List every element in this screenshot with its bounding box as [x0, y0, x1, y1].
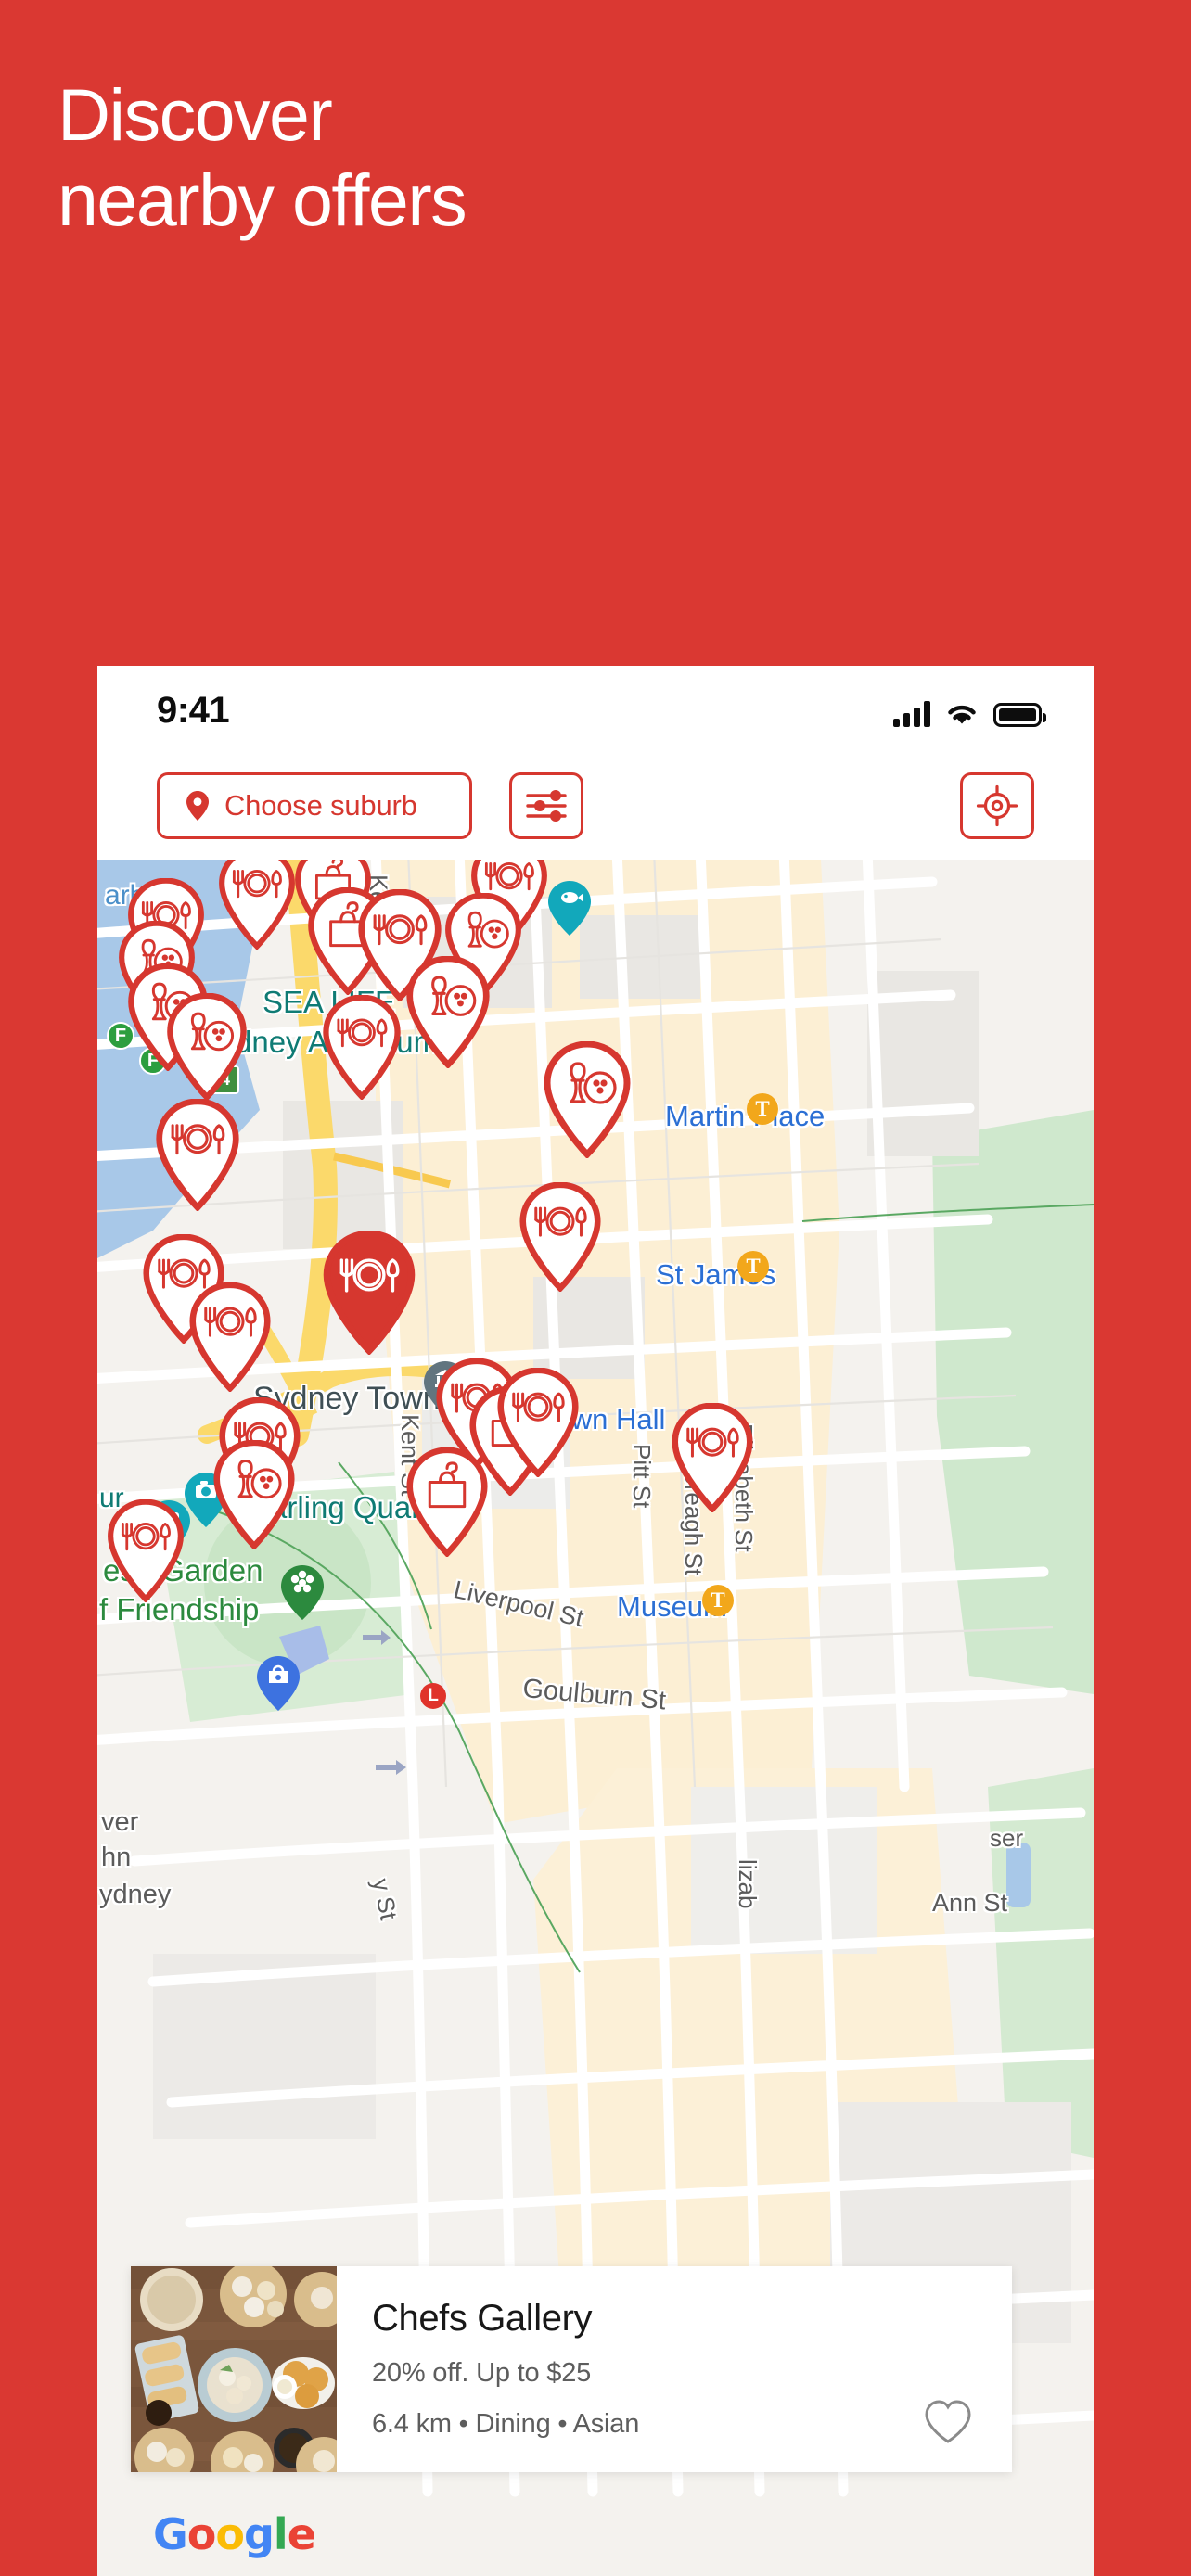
offer-details: Chefs Gallery 20% off. Up to $25 6.4 km …: [337, 2266, 1012, 2472]
heart-outline-icon: [925, 2400, 971, 2443]
choose-suburb-button[interactable]: Choose suburb: [157, 772, 472, 839]
favorite-button[interactable]: [923, 2398, 973, 2446]
offer-discount: 20% off. Up to $25: [372, 2358, 592, 2388]
map-marker-bowling[interactable]: [541, 1041, 634, 1158]
map-marker-dining[interactable]: [105, 1499, 186, 1602]
map-poi-garden-pin[interactable]: [279, 1564, 326, 1622]
offer-photo: [131, 2266, 337, 2472]
map-badge-transit: T: [747, 1093, 778, 1125]
map-poi-aquarium-pin[interactable]: [546, 880, 593, 937]
map-toolbar: Choose suburb: [97, 751, 1094, 860]
map-marker-dining[interactable]: [517, 1182, 604, 1292]
map-marker-dining[interactable]: [153, 1099, 242, 1211]
wifi-icon: [948, 705, 976, 724]
map-marker-dining[interactable]: [216, 860, 298, 950]
hero-line-2: nearby offers: [58, 159, 467, 241]
map-marker-bowling[interactable]: [403, 956, 493, 1068]
hero-headline: Discover nearby offers: [58, 72, 892, 243]
signal-bars-icon: [893, 701, 930, 727]
status-bar: 9:41: [97, 666, 1094, 751]
sliders-filter-icon: [526, 790, 567, 822]
map-marker-shopping[interactable]: [403, 1447, 491, 1557]
map-badge-light-rail: L: [420, 1683, 446, 1709]
map-marker-dining-selected[interactable]: [320, 1231, 418, 1355]
choose-suburb-label: Choose suburb: [224, 789, 417, 822]
map-badge-transit: T: [702, 1585, 734, 1616]
filter-button[interactable]: [509, 772, 583, 839]
map-marker-bowling[interactable]: [164, 993, 250, 1101]
hero-line-1: Discover: [58, 73, 333, 156]
crosshair-locate-icon: [976, 784, 1018, 827]
offer-title: Chefs Gallery: [372, 2298, 593, 2339]
offer-meta: 6.4 km • Dining • Asian: [372, 2409, 640, 2439]
locate-me-button[interactable]: [960, 772, 1034, 839]
map-marker-dining[interactable]: [320, 995, 403, 1100]
map-marker-dining[interactable]: [494, 1368, 582, 1477]
map-badge-transit: T: [737, 1251, 769, 1282]
google-attribution: Google: [153, 2509, 316, 2559]
map-marker-bowling[interactable]: [211, 1440, 298, 1549]
status-time: 9:41: [157, 690, 230, 731]
status-icons: [893, 694, 1046, 727]
offer-card[interactable]: Chefs Gallery 20% off. Up to $25 6.4 km …: [131, 2266, 1012, 2472]
phone-mockup: 9:41 Choose suburb SEA LIFE dney Martin …: [97, 666, 1094, 2576]
map-marker-dining[interactable]: [186, 1282, 274, 1392]
battery-full-icon: [993, 703, 1046, 727]
location-pin-icon: [186, 791, 209, 821]
map-poi-shopping-pin[interactable]: [255, 1655, 301, 1713]
map-marker-dining[interactable]: [669, 1403, 756, 1512]
